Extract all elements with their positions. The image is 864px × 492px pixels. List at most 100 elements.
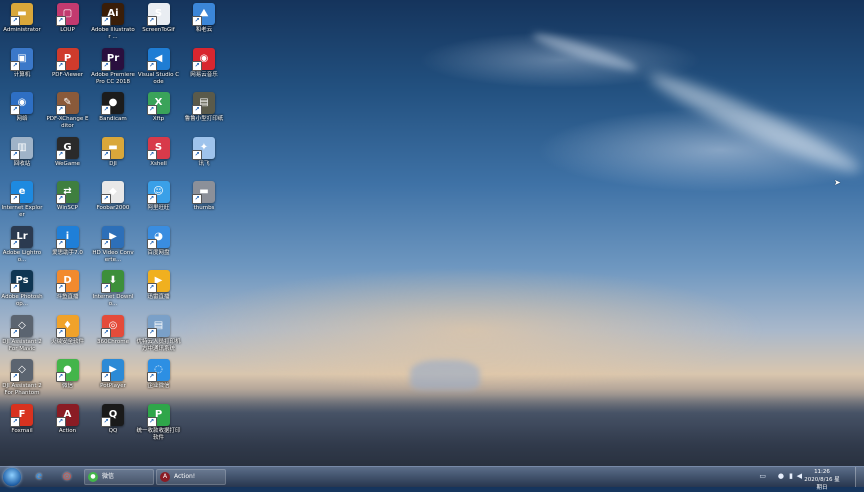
- desktop-icon[interactable]: S ↗ ScreenToGif: [137, 3, 181, 34]
- desktop-icon-label: 计算机: [13, 71, 31, 78]
- desktop-icon[interactable]: i ↗ 爱思助手7.0: [46, 225, 90, 257]
- shortcut-arrow-icon: ↗: [146, 149, 157, 160]
- xunlei-live-icon: ▶ ↗: [146, 270, 170, 293]
- shortcut-arrow-icon: ↗: [55, 283, 66, 293]
- wechat-tray-icon[interactable]: ●: [778, 472, 784, 480]
- xunfei-icon: ✦ ↗: [192, 136, 215, 160]
- shortcut-arrow-icon: ↗: [101, 283, 111, 293]
- ie-taskbar-icon[interactable]: e: [28, 469, 50, 485]
- taskbar-task-button[interactable]: ● 微信: [84, 469, 154, 485]
- desktop-icon[interactable]: S ↗ Xshell: [137, 136, 181, 168]
- douyu-icon: D ↗: [55, 270, 79, 293]
- shortcut-arrow-icon: ↗: [10, 283, 20, 293]
- desktop-icon[interactable]: ▬ ↗ Administrator: [0, 3, 44, 34]
- desktop-icon-label: WeGame: [55, 160, 80, 167]
- desktop-icon[interactable]: ◎ ↗ 360Chrome: [91, 314, 135, 346]
- desktop-icon-label: Adobe Photoshop...: [1, 294, 43, 307]
- baidu-netdisk-icon: ◕ ↗: [146, 225, 170, 249]
- desktop-icon[interactable]: ⇄ ↗ WinSCP: [46, 181, 90, 212]
- desktop-icon[interactable]: ▶ ↗ 迅雷直播: [137, 270, 181, 301]
- desktop-icon[interactable]: ▤ ↗ 优特云人员打印机 方中通讯系统: [137, 314, 181, 353]
- desktop-icon[interactable]: Lr ↗ Adobe Lightroo...: [0, 225, 44, 264]
- desktop-icon[interactable]: ▢ ↗ LOUP: [46, 3, 90, 34]
- desktop-icon[interactable]: ☺ ↗ 阿里旺旺: [137, 181, 181, 212]
- desktop-icon-label: Internet Downlo...: [92, 294, 134, 307]
- shortcut-arrow-icon: ↗: [10, 416, 20, 427]
- shortcut-arrow-icon: ↗: [10, 238, 20, 249]
- desktop-icon[interactable]: ✎ ↗ PDF-XChange Editor: [46, 92, 90, 130]
- desktop-icon[interactable]: A ↗ Action: [46, 403, 90, 435]
- desktop-icon[interactable]: ⛰ ↗ 和老云: [182, 3, 226, 34]
- desktop-icon[interactable]: X ↗ Xftp: [137, 92, 181, 123]
- shortcut-arrow-icon: ↗: [146, 283, 157, 293]
- action-icon: A: [160, 472, 170, 482]
- desktop-icon-label: Xshell: [150, 160, 167, 167]
- desktop-icon[interactable]: Ps ↗ Adobe Photoshop...: [0, 270, 44, 308]
- desktop-icon[interactable]: ▥ ↗ 回收站: [0, 136, 44, 168]
- desktop-icon[interactable]: ▣ ↗ 计算机: [0, 47, 44, 79]
- desktop-icon[interactable]: ▶ ↗ HD Video Converte...: [91, 225, 135, 264]
- shortcut-arrow-icon: ↗: [192, 16, 202, 26]
- desktop-icon[interactable]: ◇ ↗ DJI Assistant 2 For Mavic: [0, 314, 44, 353]
- chrome-taskbar-icon[interactable]: ◎: [56, 469, 78, 485]
- desktop-icon[interactable]: D ↗ 斗鱼直播: [46, 270, 90, 301]
- vscode-icon: ◀ ↗: [146, 47, 170, 71]
- desktop-icon[interactable]: ▶ ↗ PotPlayer: [91, 359, 135, 390]
- desktop-icon-label: DJI: [109, 160, 117, 167]
- desktop-icon[interactable]: ◌ ↗ 企业微信: [137, 359, 181, 390]
- desktop-icon[interactable]: ▬ ↗ DJI: [91, 136, 135, 168]
- desktop-icon[interactable]: Pr ↗ Adobe Premiere Pro CC 2018: [91, 47, 135, 86]
- desktop-icon[interactable]: ◀ ↗ Visual Studio Code: [137, 47, 181, 86]
- desktop-icon[interactable]: ⬇ ↗ Internet Downlo...: [91, 270, 135, 308]
- desktop-icon-label: 网络: [16, 116, 28, 122]
- clock[interactable]: 11:26 2020/8/16 星期日: [802, 468, 842, 492]
- desktop-icon-label: 阿里旺旺: [147, 205, 170, 211]
- desktop-icon[interactable]: ✦ ↗ 讯飞: [182, 136, 226, 168]
- shortcut-arrow-icon: ↗: [55, 105, 66, 115]
- keyboard-icon[interactable]: ▭: [759, 472, 766, 480]
- taskbar-task-button[interactable]: A Action!: [156, 469, 226, 485]
- desktop-icon[interactable]: P ↗ 统一收款收据打印 软件: [137, 403, 181, 442]
- mouse-cursor-icon: ➤: [834, 178, 841, 187]
- cloud-app-icon: ⛰ ↗: [192, 3, 215, 26]
- desktop-icon-label: 360Chrome: [96, 338, 130, 345]
- shortcut-arrow-icon: ↗: [101, 372, 111, 382]
- network-icon[interactable]: ▮: [789, 472, 793, 480]
- desktop-icon[interactable]: ▤ ↗ 鲁鲁小型打印纸: [182, 92, 226, 123]
- potplayer-icon: ▶ ↗: [101, 359, 124, 382]
- clock-time: 11:26: [814, 469, 830, 475]
- shortcut-arrow-icon: ↗: [146, 327, 157, 338]
- desktop-icon[interactable]: ◉ ↗ 网络: [0, 92, 44, 123]
- desktop-icon-label: LOUP: [60, 27, 75, 33]
- desktop-icon[interactable]: ♦ ↗ 火绒安全软件: [46, 314, 90, 346]
- desktop-icon-label: Administrator: [3, 27, 41, 33]
- desktop-icon[interactable]: F ↗ Foxmail: [0, 403, 44, 435]
- shortcut-arrow-icon: ↗: [101, 149, 111, 160]
- desktop-icon[interactable]: Ai ↗ Adobe Illustrator ...: [91, 3, 135, 41]
- desktop-icon-label: ScreenToGif: [142, 27, 175, 33]
- show-desktop-button[interactable]: [855, 467, 864, 487]
- desktop-icon-label: Adobe Lightroo...: [2, 249, 42, 263]
- desktop-icon[interactable]: ▬ ↗ thumbs: [182, 181, 226, 212]
- desktop-icon[interactable]: Q ↗ QQ: [91, 403, 135, 435]
- desktop-icon-label: Internet Explorer: [1, 205, 43, 218]
- shortcut-arrow-icon: ↗: [101, 105, 111, 115]
- desktop-icon[interactable]: ◆ ↗ Foobar2000: [91, 181, 135, 212]
- taskbar-task-label: Action!: [174, 473, 196, 480]
- desktop-icon-label: QQ: [108, 427, 118, 434]
- shortcut-arrow-icon: ↗: [192, 194, 202, 204]
- shortcut-arrow-icon: ↗: [146, 194, 157, 204]
- start-button[interactable]: [3, 468, 21, 486]
- desktop-icon[interactable]: e ↗ Internet Explorer: [0, 181, 44, 219]
- desktop-icon[interactable]: ● ↗ 微信: [46, 359, 90, 390]
- pdf-xchange-icon: ✎ ↗: [55, 92, 79, 115]
- desktop-icon[interactable]: P ↗ PDF-Viewer: [46, 47, 90, 79]
- desktop-icon[interactable]: ◉ ↗ 网易云音乐: [182, 47, 226, 79]
- desktop-icon[interactable]: ◕ ↗ 百度网盘: [137, 225, 181, 257]
- desktop-icon[interactable]: ● ↗ Bandicam: [91, 92, 135, 123]
- pdf-viewer-icon: P ↗: [55, 47, 79, 71]
- folder-icon: ▬ ↗: [192, 181, 215, 204]
- desktop-icon[interactable]: ◇ ↗ DJI Assistant 2 For Phantom: [0, 359, 44, 397]
- desktop-icon[interactable]: G ↗ WeGame: [46, 136, 90, 168]
- recycle-bin-icon: ▥ ↗: [10, 136, 33, 160]
